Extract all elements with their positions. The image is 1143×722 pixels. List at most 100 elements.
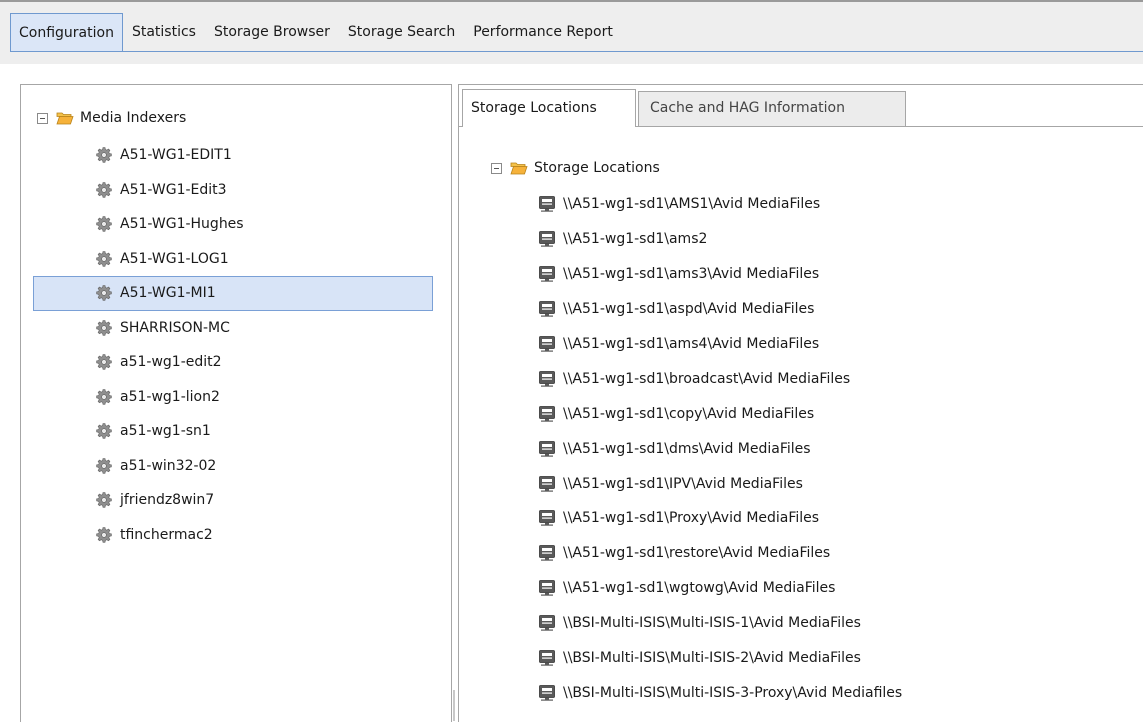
media-indexer-item[interactable]: SHARRISON-MC	[33, 311, 433, 346]
media-indexer-label: A51-WG1-EDIT1	[120, 147, 232, 164]
storage-location-label: \\A51-wg1-sd1\ams3\Avid MediaFiles	[563, 266, 820, 283]
folder-open-icon	[56, 112, 74, 125]
server-icon	[539, 475, 555, 492]
collapse-icon[interactable]	[37, 112, 48, 124]
media-indexer-item[interactable]: A51-WG1-EDIT1	[33, 138, 433, 173]
storage-location-item[interactable]: \\BSI-Multi-ISIS\Multi-ISIS-3-Proxy\Avid…	[539, 675, 902, 710]
gear-icon	[96, 250, 112, 267]
media-indexer-item[interactable]: A51-WG1-LOG1	[33, 242, 433, 277]
menu-storage-search[interactable]: Storage Search	[339, 13, 464, 51]
storage-location-label: \\BSI-Multi-ISIS\Multi-ISIS-3-Proxy\Avid…	[563, 684, 903, 701]
media-indexer-label: a51-wg1-sn1	[120, 423, 211, 440]
server-icon	[539, 650, 555, 666]
media-indexer-item[interactable]: A51-WG1-MI1	[33, 276, 433, 311]
media-indexer-item[interactable]: jfriendz8win7	[33, 483, 433, 518]
media-indexer-tree-panel: Media Indexers A51-WG1-EDIT1 A51-WG1-Edit…	[20, 84, 452, 722]
storage-location-item[interactable]: \\A51-wg1-sd1\ams3\Avid MediaFiles	[539, 257, 902, 292]
storage-location-label: \\A51-wg1-sd1\Proxy\Avid MediaFiles	[563, 510, 820, 527]
storage-location-item[interactable]: \\A51-wg1-sd1\dms\Avid MediaFiles	[539, 431, 902, 466]
storage-location-label: \\A51-wg1-sd1\ams4\Avid MediaFiles	[563, 336, 820, 352]
storage-location-item[interactable]: \\BSI-Multi-ISIS\Multi-ISIS-1\Avid Media…	[539, 606, 902, 641]
gear-icon	[96, 388, 112, 405]
media-indexer-label: A51-WG1-Hughes	[120, 216, 244, 233]
media-indexer-label: A51-WG1-MI1	[120, 285, 216, 302]
storage-location-list: \\A51-wg1-sd1\AMS1\Avid MediaFiles \\A51-…	[539, 187, 902, 710]
media-indexer-item[interactable]: tfinchermac2	[33, 518, 433, 553]
storage-location-item[interactable]: \\A51-wg1-sd1\AMS1\Avid MediaFiles	[539, 187, 902, 222]
storage-location-item[interactable]: \\A51-wg1-sd1\aspd\Avid MediaFiles	[539, 292, 902, 327]
menu-bar: Configuration Statistics Storage Browser…	[0, 0, 1143, 64]
folder-open-icon	[510, 162, 528, 175]
gear-icon	[96, 526, 112, 543]
storage-location-item[interactable]: \\A51-wg1-sd1\IPV\Avid MediaFiles	[539, 466, 902, 501]
gear-icon	[96, 457, 112, 474]
storage-location-item[interactable]: \\A51-wg1-sd1\ams4\Avid MediaFiles	[539, 327, 902, 362]
storage-location-label: \\A51-wg1-sd1\dms\Avid MediaFiles	[563, 440, 811, 457]
gear-icon	[96, 216, 112, 232]
menu-storage-browser[interactable]: Storage Browser	[205, 13, 339, 51]
menu-divider	[10, 51, 1143, 52]
menu-statistics[interactable]: Statistics	[123, 13, 205, 51]
server-icon	[539, 615, 555, 631]
server-icon	[539, 301, 555, 317]
gear-icon	[96, 492, 112, 508]
media-indexer-item[interactable]: a51-wg1-sn1	[33, 414, 433, 449]
gear-icon	[96, 423, 112, 439]
main-menu: Configuration Statistics Storage Browser…	[10, 13, 622, 52]
storage-location-item[interactable]: \\BSI-Multi-ISIS\Multi-ISIS-2\Avid Media…	[539, 641, 902, 676]
tab-storage-locations[interactable]: Storage Locations	[462, 89, 636, 127]
server-icon	[539, 685, 555, 701]
media-indexer-label: A51-WG1-Edit3	[120, 181, 227, 198]
server-icon	[539, 545, 555, 562]
gear-icon	[96, 147, 112, 163]
media-indexer-item[interactable]: A51-WG1-Hughes	[33, 207, 433, 242]
media-indexer-item[interactable]: a51-win32-02	[33, 449, 433, 484]
menu-configuration[interactable]: Configuration	[10, 13, 123, 52]
media-indexer-label: A51-WG1-LOG1	[120, 250, 229, 267]
media-indexer-label: a51-wg1-lion2	[120, 388, 220, 405]
media-indexer-label: a51-wg1-edit2	[120, 354, 222, 371]
media-indexer-label: jfriendz8win7	[120, 492, 215, 509]
media-indexer-list: A51-WG1-EDIT1 A51-WG1-Edit3 A51-WG1-Hughes…	[33, 138, 433, 552]
storage-location-label: \\A51-wg1-sd1\copy\Avid MediaFiles	[563, 405, 815, 422]
gear-icon	[96, 285, 112, 301]
storage-location-label: \\A51-wg1-sd1\IPV\Avid MediaFiles	[563, 475, 803, 492]
server-icon	[539, 231, 555, 248]
details-panel: Storage Locations Cache and HAG Informat…	[458, 84, 1143, 722]
server-icon	[539, 405, 555, 422]
tree-root-storage-locations[interactable]: Storage Locations	[491, 155, 660, 181]
storage-location-item[interactable]: \\A51-wg1-sd1\broadcast\Avid MediaFiles	[539, 361, 902, 396]
storage-location-item[interactable]: \\A51-wg1-sd1\restore\Avid MediaFiles	[539, 536, 902, 571]
gear-icon	[96, 354, 112, 370]
storage-location-item[interactable]: \\A51-wg1-sd1\Proxy\Avid MediaFiles	[539, 501, 902, 536]
server-icon	[539, 580, 555, 596]
storage-location-label: \\A51-wg1-sd1\wgtowg\Avid MediaFiles	[563, 580, 836, 597]
media-indexer-item[interactable]: a51-wg1-lion2	[33, 380, 433, 415]
media-indexer-label: a51-win32-02	[120, 457, 217, 474]
server-icon	[539, 336, 555, 352]
storage-location-item[interactable]: \\A51-wg1-sd1\wgtowg\Avid MediaFiles	[539, 571, 902, 606]
tree-root-media-indexers[interactable]: Media Indexers	[37, 105, 186, 131]
storage-location-item[interactable]: \\A51-wg1-sd1\copy\Avid MediaFiles	[539, 396, 902, 431]
media-indexer-label: tfinchermac2	[120, 526, 213, 543]
collapse-icon[interactable]	[491, 162, 502, 174]
gear-icon	[96, 181, 112, 198]
pane-splitter[interactable]	[453, 690, 455, 721]
tab-cache-hag-information[interactable]: Cache and HAG Information	[638, 91, 906, 126]
storage-location-label: \\A51-wg1-sd1\ams2	[563, 231, 708, 248]
storage-location-item[interactable]: \\A51-wg1-sd1\ams2	[539, 222, 902, 257]
server-icon	[539, 266, 555, 282]
media-indexer-label: SHARRISON-MC	[120, 319, 230, 336]
storage-location-label: \\A51-wg1-sd1\aspd\Avid MediaFiles	[563, 301, 815, 318]
media-indexer-item[interactable]: a51-wg1-edit2	[33, 345, 433, 380]
media-indexer-item[interactable]: A51-WG1-Edit3	[33, 173, 433, 208]
server-icon	[539, 440, 555, 457]
server-icon	[539, 196, 555, 213]
storage-location-label: \\BSI-Multi-ISIS\Multi-ISIS-2\Avid Media…	[563, 650, 861, 667]
menu-performance-report[interactable]: Performance Report	[464, 13, 622, 51]
tab-bar: Storage Locations Cache and HAG Informat…	[459, 89, 1143, 127]
storage-location-label: \\A51-wg1-sd1\broadcast\Avid MediaFiles	[563, 370, 851, 387]
server-icon	[539, 370, 555, 387]
storage-location-label: \\A51-wg1-sd1\restore\Avid MediaFiles	[563, 545, 831, 562]
storage-location-label: \\BSI-Multi-ISIS\Multi-ISIS-1\Avid Media…	[563, 615, 861, 632]
